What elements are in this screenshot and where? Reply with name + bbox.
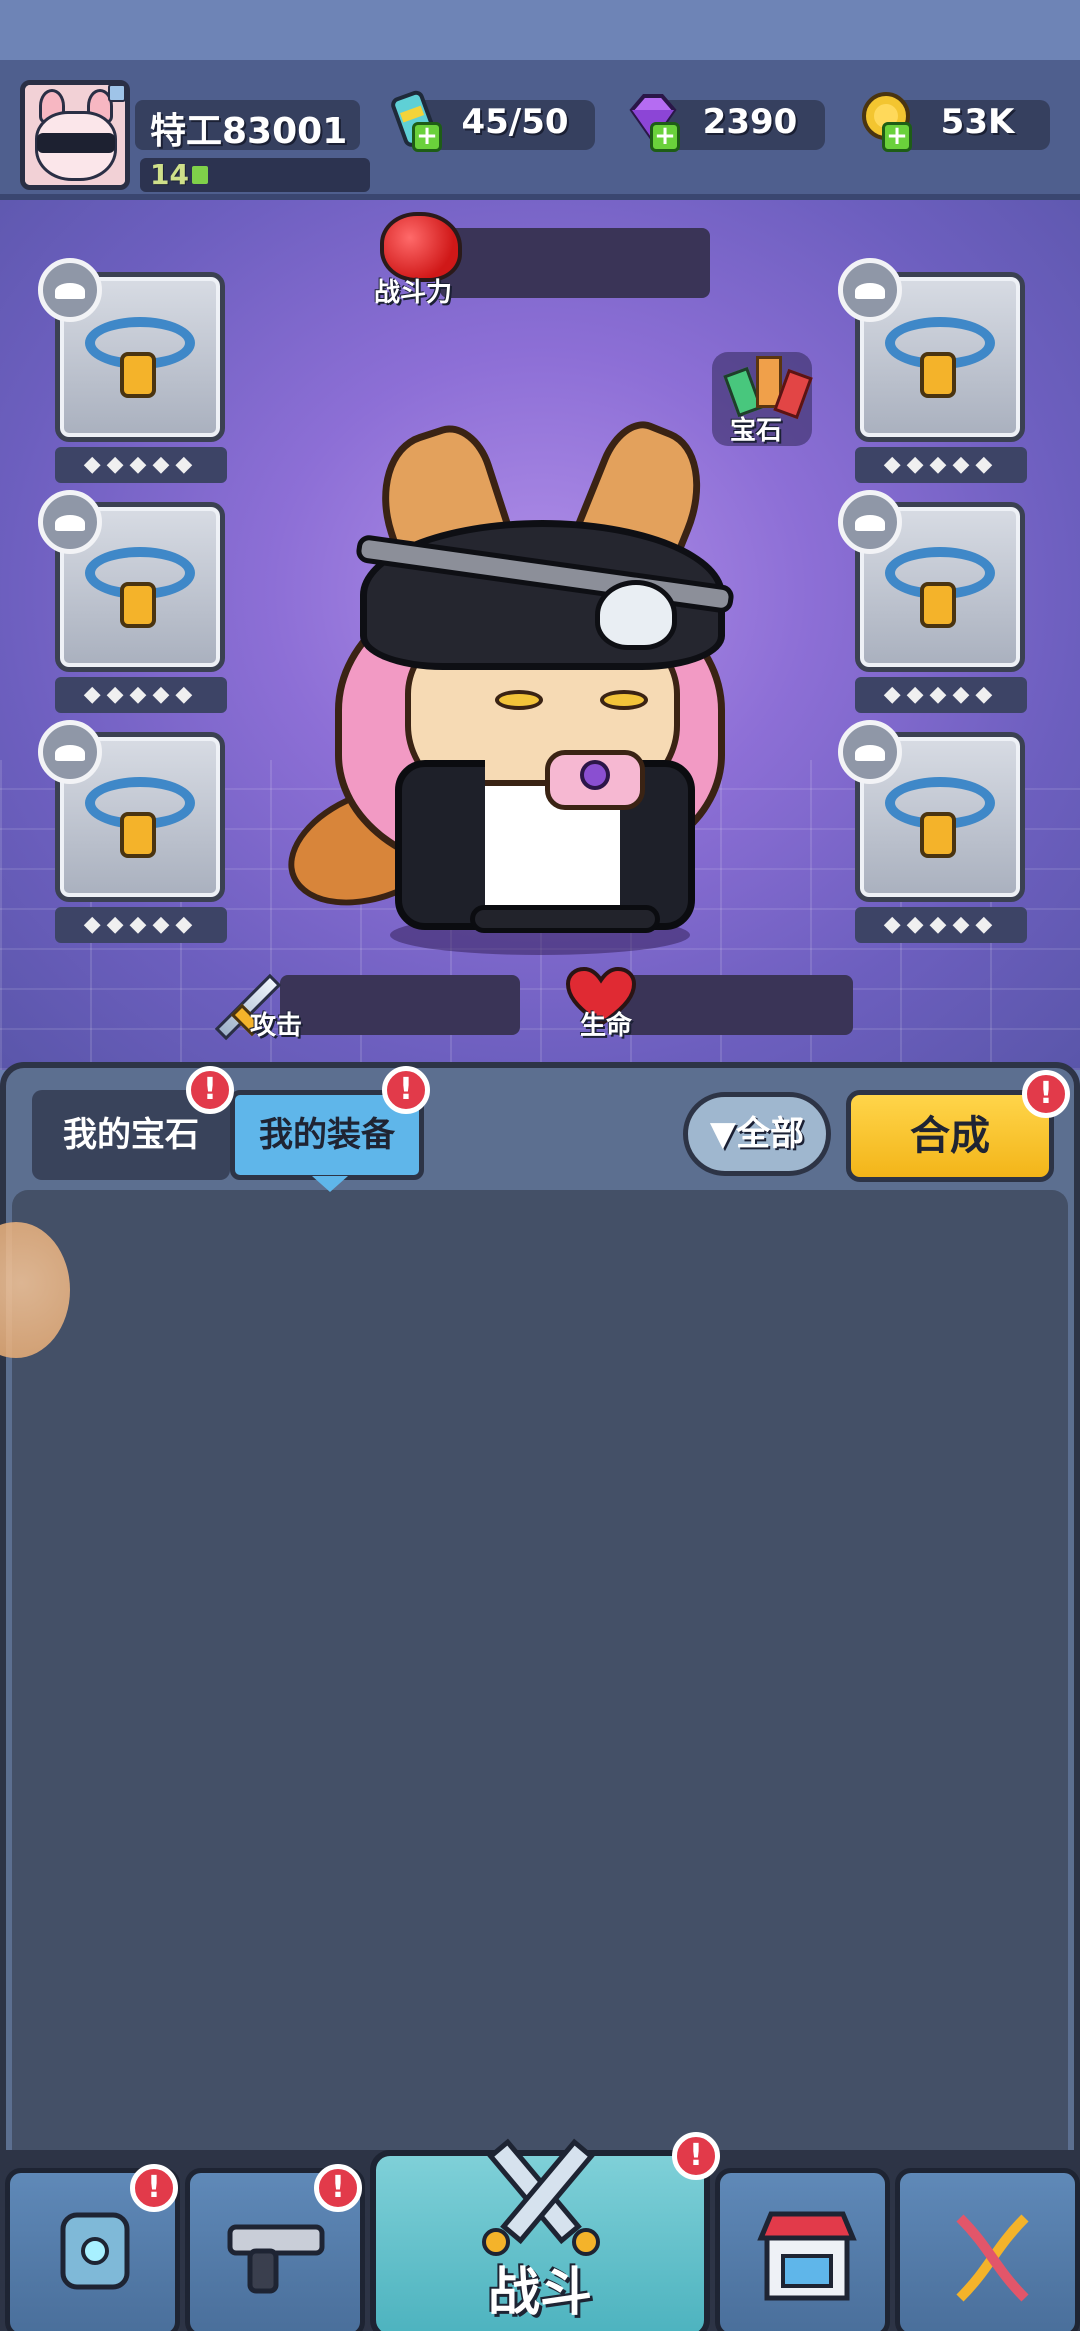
combat-power-box — [440, 228, 710, 298]
tab-pointer — [312, 1176, 348, 1192]
collar-tag-icon — [920, 352, 956, 398]
skull-icon — [595, 580, 677, 650]
alert-icon: ! — [314, 2164, 362, 2212]
filter-dropdown[interactable]: ▼全部 — [683, 1092, 831, 1176]
character-eye-left — [495, 690, 543, 710]
avatar-menu-icon[interactable] — [108, 84, 126, 102]
collar-tag-icon — [920, 812, 956, 858]
merge-button[interactable]: 合成 — [846, 1090, 1054, 1182]
energy-add-icon[interactable]: + — [412, 122, 442, 152]
nav-shop[interactable] — [715, 2168, 890, 2331]
hat-badge-icon — [838, 490, 902, 554]
energy-value: 45/50 — [461, 102, 569, 142]
collar-tag-icon — [920, 582, 956, 628]
coins-value: 53K — [940, 102, 1015, 142]
player-name: 特工83001 — [150, 111, 348, 152]
nav-genes[interactable] — [895, 2168, 1080, 2331]
character-eye-right — [600, 690, 648, 710]
alert-icon: ! — [1022, 1070, 1070, 1118]
battle-label: 战斗 — [487, 2263, 592, 2323]
hat-badge-icon — [38, 490, 102, 554]
slot-stars: ◆◆◆◆◆ — [855, 447, 1027, 483]
slot-stars: ◆◆◆◆◆ — [855, 677, 1027, 713]
hat-badge-icon — [38, 720, 102, 784]
attack-label: 攻击 — [250, 1011, 303, 1041]
dna-icon — [956, 2214, 1029, 2302]
shop-icon — [757, 2211, 857, 2301]
collar-tag-icon — [120, 582, 156, 628]
alert-icon: ! — [186, 1066, 234, 1114]
inventory-grid[interactable] — [12, 1190, 1068, 2250]
hat-badge-icon — [38, 258, 102, 322]
gem-button-label: 宝石 — [730, 416, 783, 446]
alert-icon: ! — [672, 2132, 720, 2180]
alert-icon: ! — [382, 1066, 430, 1114]
collar-tag-icon — [120, 812, 156, 858]
hat-badge-icon — [838, 258, 902, 322]
armor-icon — [60, 2212, 130, 2290]
health-box — [610, 975, 853, 1035]
alert-icon: ! — [130, 2164, 178, 2212]
attack-box — [280, 975, 520, 1035]
sunglasses-icon — [37, 133, 115, 153]
gems-add-icon[interactable]: + — [650, 122, 680, 152]
slot-stars: ◆◆◆◆◆ — [55, 907, 227, 943]
slot-stars: ◆◆◆◆◆ — [55, 677, 227, 713]
slot-stars: ◆◆◆◆◆ — [55, 447, 227, 483]
hat-badge-icon — [838, 720, 902, 784]
coins-add-icon[interactable]: + — [882, 122, 912, 152]
gems-value: 2390 — [702, 102, 798, 142]
health-label: 生命 — [580, 1011, 633, 1041]
combat-power-label: 战斗力 — [374, 278, 453, 308]
chevron-down-icon: ▼ — [709, 1114, 737, 1154]
pistol-icon — [227, 2224, 325, 2294]
level-progress-bar — [192, 166, 208, 184]
character-feet — [470, 905, 660, 933]
collar-tag-icon — [120, 352, 156, 398]
filter-label: 全部 — [736, 1114, 805, 1154]
brooch-icon — [580, 760, 610, 790]
player-level: 14 — [150, 158, 189, 191]
slot-stars: ◆◆◆◆◆ — [855, 907, 1027, 943]
